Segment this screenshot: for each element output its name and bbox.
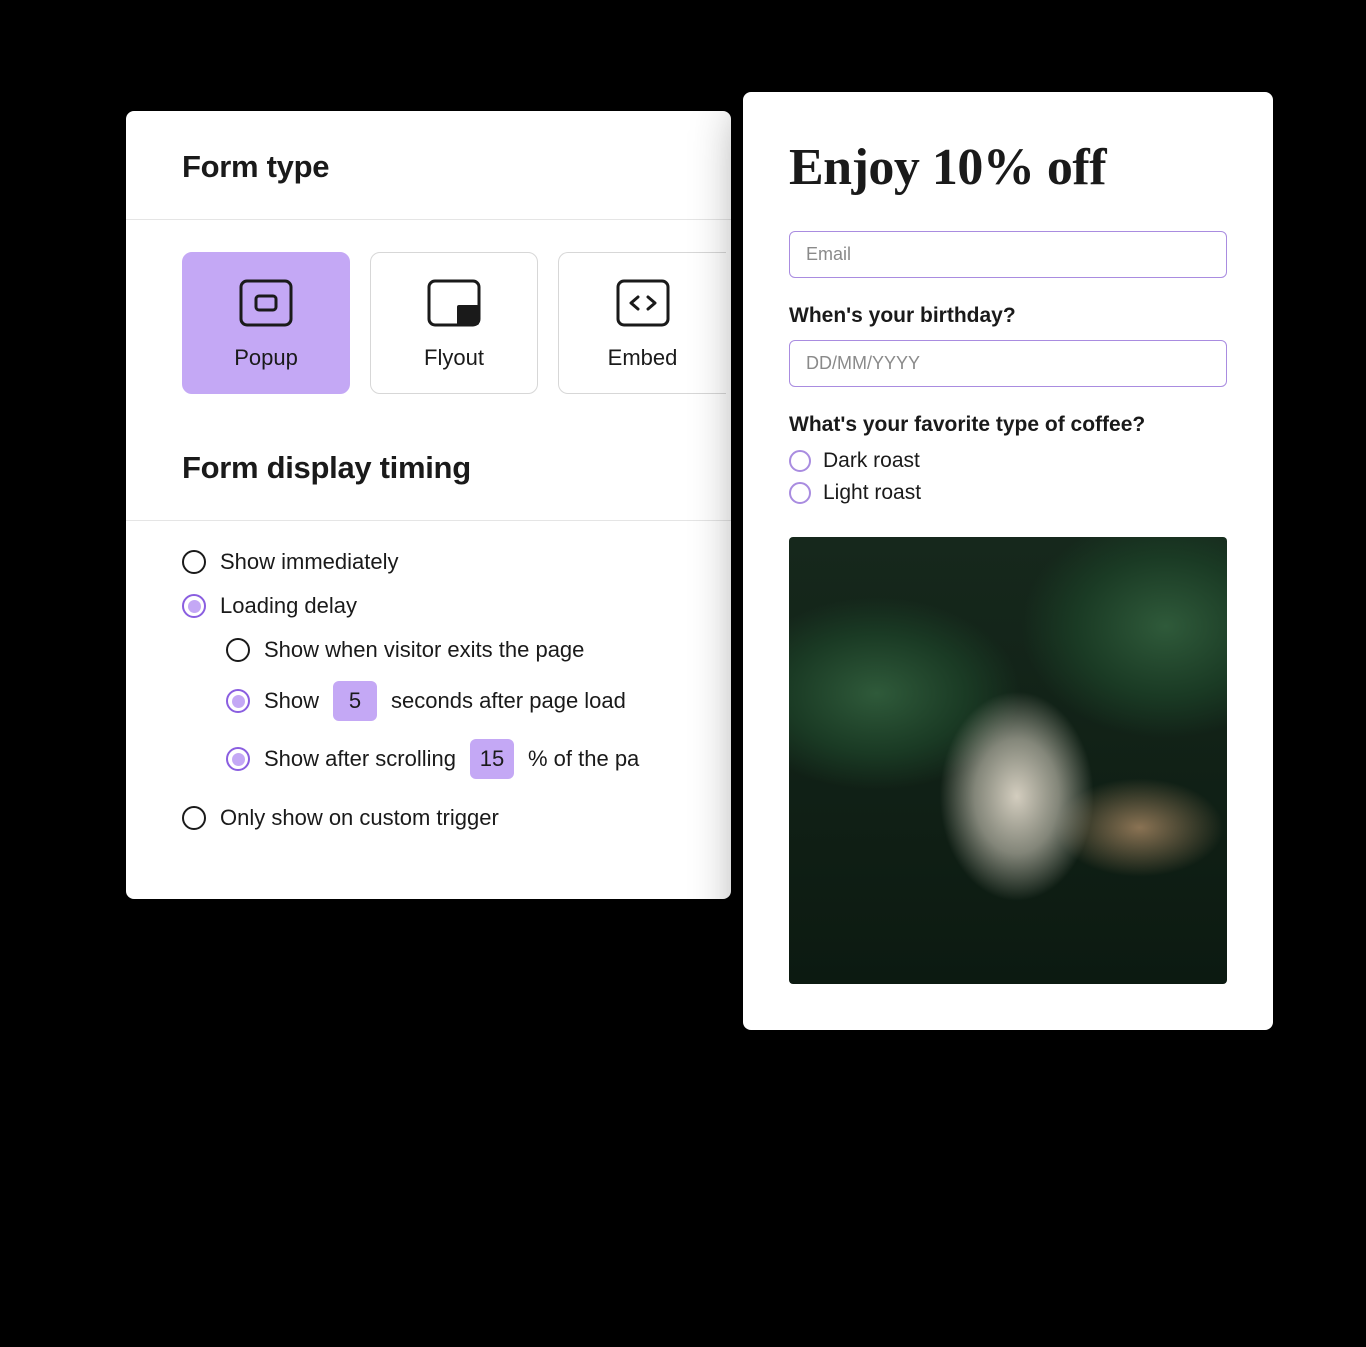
form-type-embed[interactable]: Embed	[558, 252, 726, 394]
radio-icon	[226, 747, 250, 771]
popup-icon	[239, 279, 293, 327]
form-type-selector: Popup Flyout Embed	[126, 220, 731, 434]
flyout-icon	[427, 279, 481, 327]
display-timing-options: Show immediately Loading delay Show when…	[126, 521, 731, 831]
option-custom-trigger[interactable]: Only show on custom trigger	[182, 805, 731, 831]
form-type-label: Embed	[608, 345, 678, 371]
form-type-label: Popup	[234, 345, 298, 371]
option-label: Only show on custom trigger	[220, 805, 499, 831]
form-type-heading: Form type	[126, 111, 731, 219]
option-exit-intent[interactable]: Show when visitor exits the page	[226, 637, 731, 663]
preview-heading: Enjoy 10% off	[789, 138, 1227, 197]
form-type-popup[interactable]: Popup	[182, 252, 350, 394]
coffee-question-label: What's your favorite type of coffee?	[789, 413, 1227, 437]
option-label: Show immediately	[220, 549, 399, 575]
radio-icon	[182, 594, 206, 618]
radio-icon	[226, 689, 250, 713]
option-text: Show	[264, 688, 319, 714]
display-timing-heading: Form display timing	[126, 434, 731, 520]
option-text: seconds after page load	[391, 688, 626, 714]
seconds-input[interactable]: 5	[333, 681, 377, 721]
option-text: Show after scrolling	[264, 746, 456, 772]
option-text: % of the pa	[528, 746, 639, 772]
option-label: Show when visitor exits the page	[264, 637, 584, 663]
option-loading-delay[interactable]: Loading delay	[182, 593, 731, 619]
form-type-label: Flyout	[424, 345, 484, 371]
form-preview-panel: Enjoy 10% off Email When's your birthday…	[743, 92, 1273, 1030]
choice-label: Dark roast	[823, 449, 920, 473]
email-field[interactable]: Email	[789, 231, 1227, 278]
option-scroll-percent[interactable]: Show after scrolling 15 % of the pa	[226, 739, 731, 779]
form-type-flyout[interactable]: Flyout	[370, 252, 538, 394]
radio-icon	[182, 806, 206, 830]
scroll-percent-input[interactable]: 15	[470, 739, 514, 779]
preview-image	[789, 537, 1227, 984]
coffee-choice-light[interactable]: Light roast	[789, 481, 1227, 505]
radio-icon	[789, 450, 811, 472]
option-seconds-after-load[interactable]: Show 5 seconds after page load	[226, 681, 731, 721]
choice-label: Light roast	[823, 481, 921, 505]
embed-icon	[616, 279, 670, 327]
birthday-question-label: When's your birthday?	[789, 304, 1227, 328]
radio-icon	[789, 482, 811, 504]
option-show-immediately[interactable]: Show immediately	[182, 549, 731, 575]
option-label: Loading delay	[220, 593, 357, 619]
coffee-choice-dark[interactable]: Dark roast	[789, 449, 1227, 473]
radio-icon	[226, 638, 250, 662]
form-settings-panel: Form type Popup Flyout	[126, 111, 731, 899]
radio-icon	[182, 550, 206, 574]
birthday-field[interactable]: DD/MM/YYYY	[789, 340, 1227, 387]
